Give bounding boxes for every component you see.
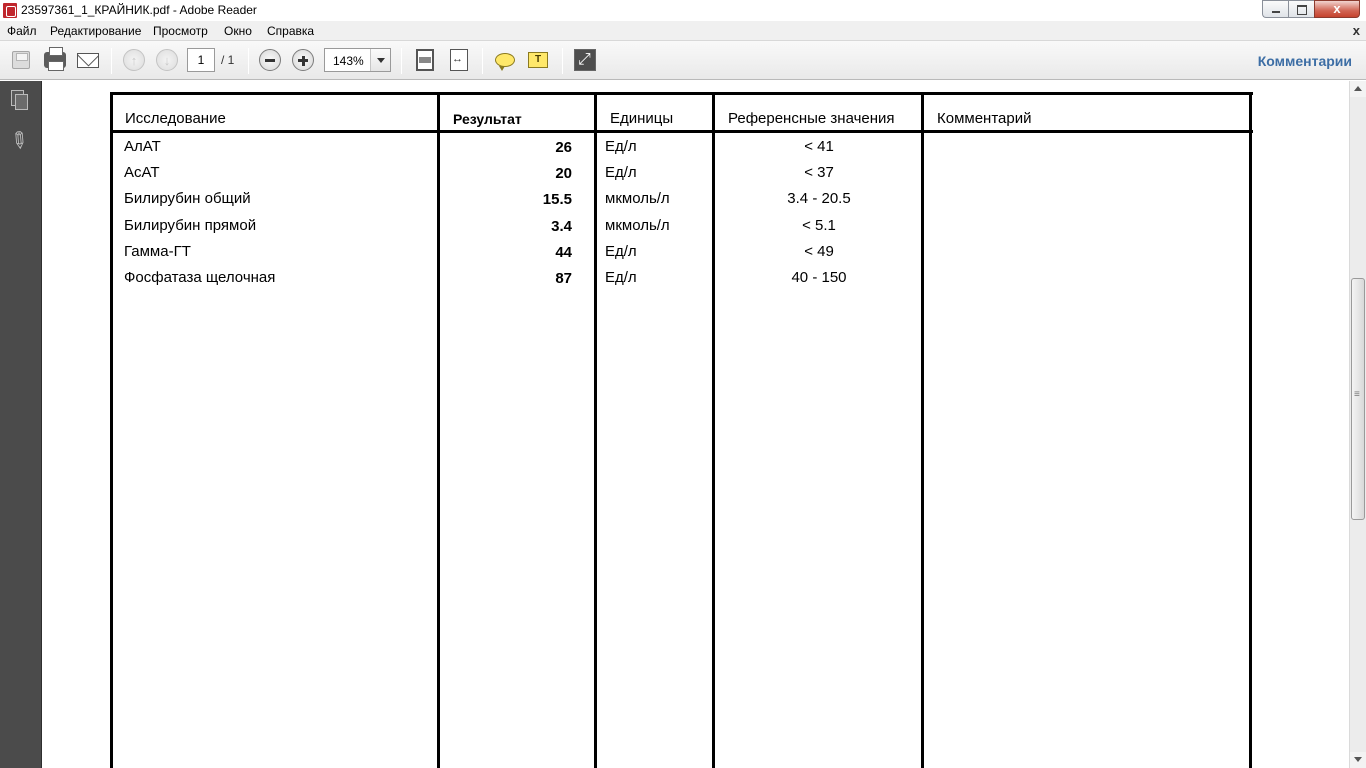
header-result: Результат xyxy=(453,111,522,127)
close-icon: x xyxy=(1333,1,1341,16)
scrollbar-thumb[interactable] xyxy=(1351,278,1365,520)
table-column-rule xyxy=(110,92,113,768)
zoom-out-button[interactable] xyxy=(257,48,283,72)
cell-units: Ед/л xyxy=(605,164,637,181)
cell-result: 87 xyxy=(555,270,572,287)
header-reference: Референсные значения xyxy=(728,110,895,127)
menu-help[interactable]: Справка xyxy=(267,24,314,38)
cell-test: АсАТ xyxy=(124,164,160,181)
cell-units: мкмоль/л xyxy=(605,190,670,207)
table-column-rule xyxy=(1249,92,1252,768)
toolbar-separator xyxy=(562,48,563,74)
fit-width-button[interactable] xyxy=(446,48,472,72)
cell-reference: 40 - 150 xyxy=(791,269,847,286)
vertical-scrollbar[interactable] xyxy=(1349,81,1366,768)
scroll-down-icon[interactable] xyxy=(1350,752,1366,768)
adobe-reader-icon xyxy=(3,3,17,18)
header-comment: Комментарий xyxy=(937,110,1032,127)
sticky-note-icon xyxy=(495,53,515,71)
pages-icon[interactable] xyxy=(9,88,31,112)
header-units: Единицы xyxy=(610,110,674,127)
window-title: 23597361_1_КРАЙНИК.pdf - Adobe Reader xyxy=(21,3,257,17)
menu-file[interactable]: Файл xyxy=(7,24,37,38)
next-page-button[interactable]: ↓ xyxy=(154,48,180,72)
page-total: / 1 xyxy=(221,53,235,67)
cell-test: Билирубин общий xyxy=(124,190,251,207)
toolbar-separator xyxy=(482,48,483,74)
cell-test: Гамма-ГТ xyxy=(124,243,191,260)
table-header-rule xyxy=(110,130,1253,133)
scroll-up-icon[interactable] xyxy=(1350,81,1366,97)
toolbar-separator xyxy=(248,48,249,74)
zoom-in-button[interactable] xyxy=(290,48,316,72)
envelope-icon xyxy=(77,52,99,68)
save-button[interactable] xyxy=(8,48,34,72)
fit-width-icon xyxy=(450,49,468,71)
cell-test: Фосфатаза щелочная xyxy=(124,269,276,286)
minus-icon xyxy=(259,49,281,71)
expand-icon xyxy=(574,49,596,71)
comments-pane-button[interactable]: Комментарии xyxy=(1258,53,1352,69)
toolbar-separator xyxy=(111,48,112,74)
cell-units: Ед/л xyxy=(605,138,637,155)
table-column-rule xyxy=(594,92,597,768)
read-mode-button[interactable] xyxy=(572,48,598,72)
arrow-up-icon: ↑ xyxy=(123,49,145,71)
cell-units: мкмоль/л xyxy=(605,217,670,234)
zoom-value: 143% xyxy=(333,54,364,68)
cell-result: 15.5 xyxy=(542,191,572,208)
cell-units: Ед/л xyxy=(605,269,637,286)
add-comment-button[interactable] xyxy=(492,48,518,72)
table-top-rule xyxy=(110,92,1253,95)
cell-result: 26 xyxy=(555,139,572,156)
zoom-select[interactable]: 143% xyxy=(324,48,391,72)
maximize-button[interactable] xyxy=(1288,0,1314,18)
highlight-text-icon: T xyxy=(528,52,548,68)
email-button[interactable] xyxy=(75,48,101,72)
cell-test: Билирубин прямой xyxy=(124,217,257,234)
chevron-down-icon[interactable] xyxy=(370,49,390,71)
print-button[interactable] xyxy=(42,47,68,72)
fit-page-button[interactable] xyxy=(412,48,438,72)
arrow-down-icon: ↓ xyxy=(156,49,178,71)
cell-result: 20 xyxy=(555,165,572,182)
fit-page-icon xyxy=(416,49,434,71)
cell-test: АлАТ xyxy=(124,138,161,155)
close-document-icon[interactable]: x xyxy=(1353,23,1360,38)
menu-bar: Файл Редактирование Просмотр Окно Справк… xyxy=(0,21,1366,41)
page-number-input[interactable]: 1 xyxy=(187,48,215,72)
header-test: Исследование xyxy=(125,110,226,127)
cell-result: 3.4 xyxy=(551,218,572,235)
cell-units: Ед/л xyxy=(605,243,637,260)
window-controls: x xyxy=(1262,0,1360,18)
previous-page-button[interactable]: ↑ xyxy=(121,48,147,72)
cell-result: 44 xyxy=(555,244,572,261)
cell-reference: < 37 xyxy=(804,164,834,181)
toolbar-separator xyxy=(401,48,402,74)
menu-window[interactable]: Окно xyxy=(224,24,252,38)
menu-edit[interactable]: Редактирование xyxy=(50,24,141,38)
navigation-pane xyxy=(0,81,42,768)
cell-reference: < 5.1 xyxy=(802,217,836,234)
save-icon xyxy=(12,51,30,69)
title-bar: 23597361_1_КРАЙНИК.pdf - Adobe Reader x xyxy=(0,0,1366,21)
cell-reference: < 49 xyxy=(804,243,834,260)
highlight-button[interactable]: T xyxy=(525,48,551,72)
cell-reference: < 41 xyxy=(804,138,834,155)
plus-icon xyxy=(292,49,314,71)
cell-reference: 3.4 - 20.5 xyxy=(787,190,851,207)
close-button[interactable]: x xyxy=(1314,0,1360,18)
document-page xyxy=(43,81,1349,768)
menu-view[interactable]: Просмотр xyxy=(153,24,208,38)
printer-icon xyxy=(44,47,66,71)
minimize-button[interactable] xyxy=(1262,0,1288,18)
